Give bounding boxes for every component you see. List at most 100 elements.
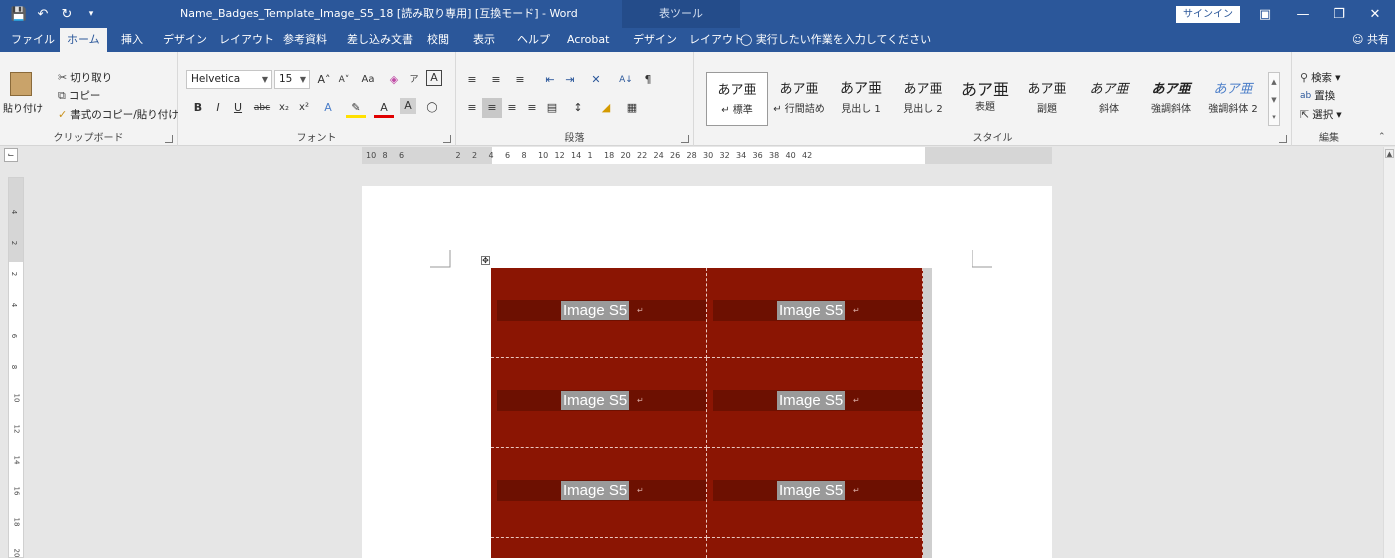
tab-insert[interactable]: 挿入 [114, 28, 150, 52]
shading-icon[interactable]: ◢ [596, 98, 616, 118]
superscript-icon[interactable]: x² [294, 98, 314, 118]
align-right-icon[interactable]: ≡ [502, 98, 522, 118]
subscript-icon[interactable]: x₂ [274, 98, 294, 118]
paragraph-launcher[interactable] [681, 135, 689, 143]
font-name-combo[interactable]: Helvetica ▼ [186, 70, 272, 89]
badge-label[interactable]: Image S5 [561, 301, 630, 320]
shrink-font-icon[interactable]: A˅ [334, 70, 354, 90]
clipboard-launcher[interactable] [165, 135, 173, 143]
styles-launcher[interactable] [1279, 135, 1287, 143]
chevron-down-icon[interactable]: ▼ [1269, 91, 1279, 109]
find-button[interactable]: ⚲ 検索 ▼ [1300, 70, 1340, 85]
italic-icon[interactable]: I [208, 98, 228, 118]
horizontal-ruler[interactable]: 10 8 6 2 2 4 6 8 10 12 14 1 18 20 22 24 26 28 30 32 34 36 38 40… [362, 147, 1052, 164]
change-case-icon[interactable]: Aa [358, 70, 378, 90]
styles-gallery-scroll[interactable]: ▲ ▼ ▾ [1268, 72, 1280, 126]
multilevel-list-icon[interactable]: ≡ [510, 70, 530, 90]
line-spacing-icon[interactable]: ↕ [568, 98, 588, 118]
more-styles-icon[interactable]: ▾ [1269, 109, 1279, 125]
numbering-icon[interactable]: ≡ [486, 70, 506, 90]
table-move-handle[interactable]: ✥ [481, 256, 490, 265]
tab-home[interactable]: ホーム [60, 28, 107, 52]
vertical-ruler[interactable]: 4 2 2 4 6 8 10 12 14 16 18 20 [8, 177, 24, 558]
tab-design[interactable]: デザイン [156, 28, 214, 52]
badge-cell[interactable]: Image S5 ↵ [707, 358, 923, 448]
replace-button[interactable]: ab 置換 [1300, 88, 1335, 103]
badge-label[interactable]: Image S5 [561, 481, 630, 500]
asian-layout-icon[interactable]: ✕ [586, 70, 606, 90]
ribbon-display-options-icon[interactable]: ▣ [1248, 0, 1282, 28]
badge-label[interactable]: Image S5 [777, 481, 846, 500]
save-icon[interactable]: 💾 [8, 3, 30, 25]
distribute-icon[interactable]: ▤ [542, 98, 562, 118]
badge-cell[interactable]: Image S5 ↵ [707, 448, 923, 538]
collapse-ribbon-icon[interactable]: ⌃ [1378, 132, 1386, 142]
strikethrough-icon[interactable]: abc [252, 98, 272, 118]
style-emphasis[interactable]: あア亜 斜体 [1078, 72, 1140, 126]
copy-button[interactable]: ⧉ コピー [58, 88, 100, 103]
borders-icon[interactable]: ▦ [622, 98, 642, 118]
style-intense-emphasis[interactable]: あア亜 強調斜体 [1140, 72, 1202, 126]
chevron-up-icon[interactable]: ▲ [1269, 73, 1279, 91]
badge-label[interactable]: Image S5 [777, 391, 846, 410]
align-center-icon[interactable]: ≡ [482, 98, 502, 118]
tab-layout[interactable]: レイアウト [212, 28, 281, 52]
tab-review[interactable]: 校閲 [420, 28, 456, 52]
increase-indent-icon[interactable]: ⇥ [560, 70, 580, 90]
badge-cell[interactable]: Image S5 ↵ [491, 448, 707, 538]
tab-file[interactable]: ファイル [4, 28, 62, 52]
paste-button[interactable]: 貼り付け [3, 100, 43, 115]
align-left-icon[interactable]: ≡ [462, 98, 482, 118]
close-button[interactable]: ✕ [1358, 0, 1392, 28]
underline-icon[interactable]: U [228, 98, 248, 118]
bold-icon[interactable]: B [188, 98, 208, 118]
signin-button[interactable]: サインイン [1176, 6, 1240, 23]
badge-cell[interactable]: Image S5 ↵ [491, 268, 707, 358]
style-intense-emphasis-2[interactable]: あア亜 強調斜体 2 [1202, 72, 1264, 126]
select-button[interactable]: ⇱ 選択 ▼ [1300, 107, 1342, 122]
font-size-combo[interactable]: 15 ▼ [274, 70, 310, 89]
justify-icon[interactable]: ≡ [522, 98, 542, 118]
highlight-icon[interactable]: ✎ [346, 98, 366, 118]
sort-icon[interactable]: A↓ [616, 70, 636, 90]
font-color-icon[interactable]: A [374, 98, 394, 118]
badge-cell[interactable]: Image S5 ↵ [707, 268, 923, 358]
badge-cell[interactable] [707, 538, 923, 558]
maximize-button[interactable]: ❐ [1322, 0, 1356, 28]
style-subtitle[interactable]: あア亜 副題 [1016, 72, 1078, 126]
text-effects-icon[interactable]: A [318, 98, 338, 118]
paste-icon[interactable] [10, 72, 32, 96]
tab-table-design[interactable]: デザイン [626, 28, 684, 52]
clear-formatting-icon[interactable]: ◈ [384, 70, 404, 90]
share-button[interactable]: ☺ 共有 [1352, 28, 1389, 52]
tab-acrobat[interactable]: Acrobat [560, 28, 616, 52]
tell-me-box[interactable]: ◯ 実行したい作業を入力してください [740, 28, 931, 52]
font-launcher[interactable] [443, 135, 451, 143]
cut-button[interactable]: ✂ 切り取り [58, 70, 112, 85]
badge-label[interactable]: Image S5 [561, 391, 630, 410]
style-no-spacing[interactable]: あア亜 ↵ 行間詰め [768, 72, 830, 126]
undo-icon[interactable]: ↶ [32, 3, 54, 25]
enclose-characters-icon[interactable]: ◯ [422, 98, 442, 118]
redo-icon[interactable]: ↻ [56, 3, 78, 25]
tab-view[interactable]: 表示 [466, 28, 502, 52]
tab-selector[interactable]: ⌙ [4, 148, 18, 162]
tab-mailings[interactable]: 差し込み文書 [340, 28, 420, 52]
character-border-icon[interactable]: A [426, 70, 442, 86]
style-heading-2[interactable]: あア亜 見出し 2 [892, 72, 954, 126]
grow-font-icon[interactable]: A˄ [314, 70, 334, 90]
tab-help[interactable]: ヘルプ [510, 28, 557, 52]
format-painter-button[interactable]: ✓ 書式のコピー/貼り付け [58, 107, 179, 122]
style-normal[interactable]: あア亜 ↵ 標準 [706, 72, 768, 126]
show-marks-icon[interactable]: ¶ [638, 70, 658, 90]
badge-cell[interactable] [491, 538, 707, 558]
style-title[interactable]: あア亜 表題 [954, 72, 1016, 126]
badge-table[interactable]: Image S5 ↵ Image S5 ↵ Image S5 ↵ Image S5 ↵ Imag… [491, 268, 923, 558]
style-heading-1[interactable]: あア亜 見出し 1 [830, 72, 892, 126]
tab-references[interactable]: 参考資料 [276, 28, 334, 52]
vertical-scrollbar[interactable]: ▲ [1383, 147, 1395, 558]
decrease-indent-icon[interactable]: ⇤ [540, 70, 560, 90]
customize-qat-icon[interactable]: ▾ [80, 3, 102, 25]
bullets-icon[interactable]: ≡ [462, 70, 482, 90]
badge-cell[interactable]: Image S5 ↵ [491, 358, 707, 448]
